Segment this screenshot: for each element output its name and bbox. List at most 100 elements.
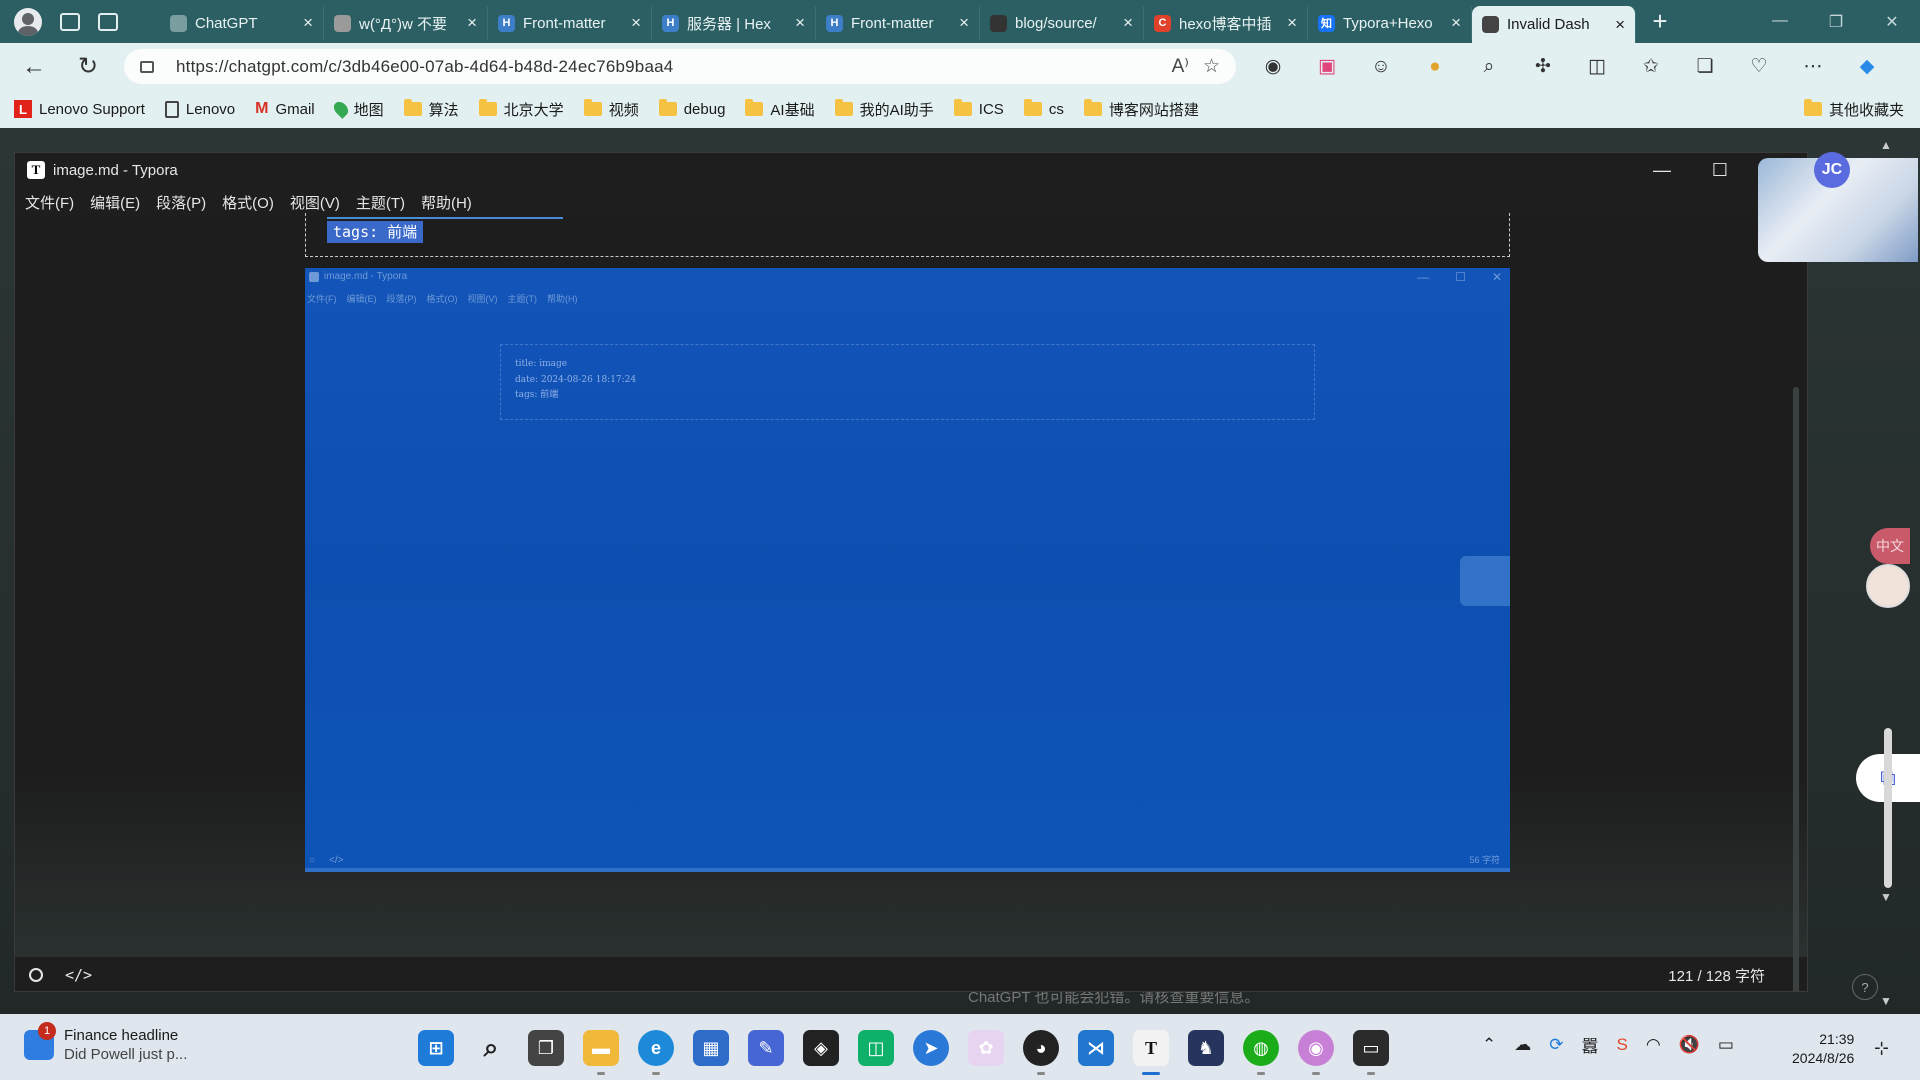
typora-scrollbar[interactable] <box>1793 387 1799 991</box>
tab-close-icon[interactable]: × <box>467 13 477 33</box>
menu-item[interactable]: 文件(F) <box>25 192 74 213</box>
typora-maximize-icon[interactable]: ☐ <box>1691 160 1749 181</box>
tab-close-icon[interactable]: × <box>1287 13 1297 33</box>
vscode-icon[interactable]: ⋊ <box>1078 1030 1114 1066</box>
other-bookmarks[interactable]: 其他收藏夹 <box>1803 99 1904 120</box>
news-widget[interactable]: 1 Finance headline Did Powell just p... <box>24 1022 187 1064</box>
bookmark-item[interactable]: cs <box>1023 99 1064 118</box>
bookmark-item[interactable]: AI基础 <box>745 99 815 120</box>
maximize-icon[interactable]: ❐ <box>1808 12 1864 32</box>
browser-tab[interactable]: Invalid Dash × <box>1472 6 1636 43</box>
scroll-down-icon[interactable]: ▼ <box>1880 890 1892 904</box>
wps-icon[interactable]: S <box>1617 1035 1628 1055</box>
browser-tab[interactable]: w(°Д°)w 不要 × <box>324 6 488 40</box>
more-menu-icon[interactable]: ⋯ <box>1796 50 1830 84</box>
cat-app-icon[interactable]: ♞ <box>1188 1030 1224 1066</box>
browser-tab[interactable]: 知 Typora+Hexo × <box>1308 6 1472 40</box>
workspaces-icon[interactable] <box>60 12 80 31</box>
menu-item[interactable]: 段落(P) <box>156 192 206 213</box>
tab-close-icon[interactable]: × <box>1123 13 1133 33</box>
volume-muted-icon[interactable]: 🔇 <box>1679 1035 1700 1055</box>
bookmark-item[interactable]: 我的AI助手 <box>834 99 934 120</box>
source-mode-icon[interactable]: </> <box>65 966 92 984</box>
menu-item[interactable]: 编辑(E) <box>90 192 140 213</box>
sync-icon[interactable]: ⟳ <box>1549 1035 1563 1055</box>
back-icon[interactable]: ← <box>14 47 54 87</box>
extensions-puzzle-icon[interactable]: ✣ <box>1526 50 1560 84</box>
refresh-icon[interactable]: ↻ <box>68 47 108 87</box>
bookmark-item[interactable]: 北京大学 <box>478 99 564 120</box>
onedrive-icon[interactable]: ☁ <box>1514 1035 1531 1055</box>
copilot-app-icon[interactable]: ✿ <box>968 1030 1004 1066</box>
bookmark-item[interactable]: M Gmail <box>255 100 315 118</box>
browser-tab[interactable]: blog/source/ × <box>980 6 1144 40</box>
frontmatter-block[interactable] <box>305 213 1510 257</box>
menu-item[interactable]: 主题(T) <box>356 192 405 213</box>
extension-translate-icon[interactable]: ▣ <box>1310 50 1344 84</box>
browser-tab[interactable]: Chexo博客中插 × <box>1144 6 1308 40</box>
typora-editor[interactable]: tags: 前端 image.md - Typora — ☐ ✕ 文件(F) 编辑… <box>15 213 1807 991</box>
url-text[interactable]: https://chatgpt.com/c/3db46e00-07ab-4d64… <box>176 57 1158 77</box>
task-view-icon[interactable]: ❐ <box>528 1030 564 1066</box>
search-icon[interactable]: ⌕ <box>473 1030 509 1066</box>
browser-tab[interactable]: ChatGPT × <box>160 6 324 40</box>
store-icon[interactable]: ▦ <box>693 1030 729 1066</box>
typora-app-icon[interactable]: T <box>1133 1030 1169 1075</box>
terminal-icon[interactable]: ▭ <box>1353 1030 1389 1075</box>
new-tab-button[interactable]: + <box>1640 5 1680 39</box>
scroll-up-icon[interactable]: ▲ <box>1880 138 1892 152</box>
copilot-icon[interactable]: ◆ <box>1850 50 1884 84</box>
bookmark-item[interactable]: 地图 <box>330 99 384 120</box>
cat-face-icon[interactable]: ◉ <box>1298 1030 1334 1075</box>
tab-close-icon[interactable]: × <box>303 13 313 33</box>
translate-float-button[interactable]: 中文 <box>1870 528 1910 564</box>
bookmark-item[interactable]: L Lenovo Support <box>14 100 145 118</box>
close-icon[interactable]: ✕ <box>1864 12 1920 32</box>
collections-icon[interactable]: ❏ <box>1688 50 1722 84</box>
extension-search-icon[interactable]: ⌕ <box>1472 50 1506 84</box>
favorite-star-icon[interactable]: ☆ <box>1203 55 1220 78</box>
wechat-icon[interactable]: ◍ <box>1243 1030 1279 1075</box>
tab-close-icon[interactable]: × <box>1615 15 1625 35</box>
ime-icon[interactable]: 囂 <box>1582 1032 1599 1057</box>
favorites-icon[interactable]: ✩ <box>1634 50 1668 84</box>
minimize-icon[interactable]: — <box>1752 12 1808 32</box>
bookmark-item[interactable]: 视频 <box>583 99 639 120</box>
browser-tab[interactable]: H 服务器 | Hex × <box>652 6 816 40</box>
battery-icon[interactable]: ▭ <box>1718 1035 1734 1055</box>
file-explorer-icon[interactable]: ▬ <box>583 1030 619 1075</box>
performance-icon[interactable]: ♡ <box>1742 50 1776 84</box>
qq-icon[interactable]: ◕ <box>1023 1030 1059 1075</box>
browser-tab[interactable]: H Front-matter × <box>488 6 652 40</box>
address-bar[interactable]: https://chatgpt.com/c/3db46e00-07ab-4d64… <box>124 49 1236 84</box>
menu-item[interactable]: 视图(V) <box>290 192 340 213</box>
bookmark-item[interactable]: Lenovo <box>164 100 235 118</box>
profile-icon[interactable] <box>14 7 42 36</box>
bookmark-item[interactable]: ICS <box>953 99 1004 118</box>
embedded-screenshot-image[interactable]: image.md - Typora — ☐ ✕ 文件(F) 编辑(E) 段落(P) 格… <box>305 268 1510 872</box>
help-button[interactable]: ? <box>1852 974 1878 1000</box>
word-count[interactable]: 121 / 128 字符 <box>1668 965 1765 986</box>
tray-expand-icon[interactable]: ⌃ <box>1482 1035 1496 1055</box>
menu-item[interactable]: 格式(O) <box>222 192 274 213</box>
user-avatar[interactable]: JC <box>1814 152 1850 188</box>
page-scroll-thumb[interactable] <box>1884 728 1892 888</box>
extension-bot-icon[interactable]: ◉ <box>1256 50 1290 84</box>
outline-toggle-icon[interactable] <box>29 968 43 982</box>
split-screen-icon[interactable]: ◫ <box>1580 50 1614 84</box>
typora-minimize-icon[interactable]: — <box>1633 160 1691 181</box>
wechat-work-icon[interactable]: ◫ <box>858 1030 894 1066</box>
wifi-icon[interactable]: ◠ <box>1646 1035 1661 1055</box>
tab-close-icon[interactable]: × <box>795 13 805 33</box>
notification-icon[interactable]: ⊹ <box>1874 1038 1889 1059</box>
assistant-avatar-icon[interactable] <box>1866 564 1910 608</box>
navigation-icon[interactable]: ➤ <box>913 1030 949 1066</box>
menu-item[interactable]: 帮助(H) <box>421 192 472 213</box>
start-icon[interactable]: ⊞ <box>418 1030 454 1066</box>
extension-color-icon[interactable]: ● <box>1418 50 1452 84</box>
edge-icon[interactable]: e <box>638 1030 674 1075</box>
tab-close-icon[interactable]: × <box>959 13 969 33</box>
clock[interactable]: 21:39 2024/8/26 <box>1792 1030 1854 1068</box>
tab-actions-icon[interactable] <box>98 12 118 31</box>
selected-frontmatter-line[interactable]: tags: 前端 <box>327 221 424 243</box>
